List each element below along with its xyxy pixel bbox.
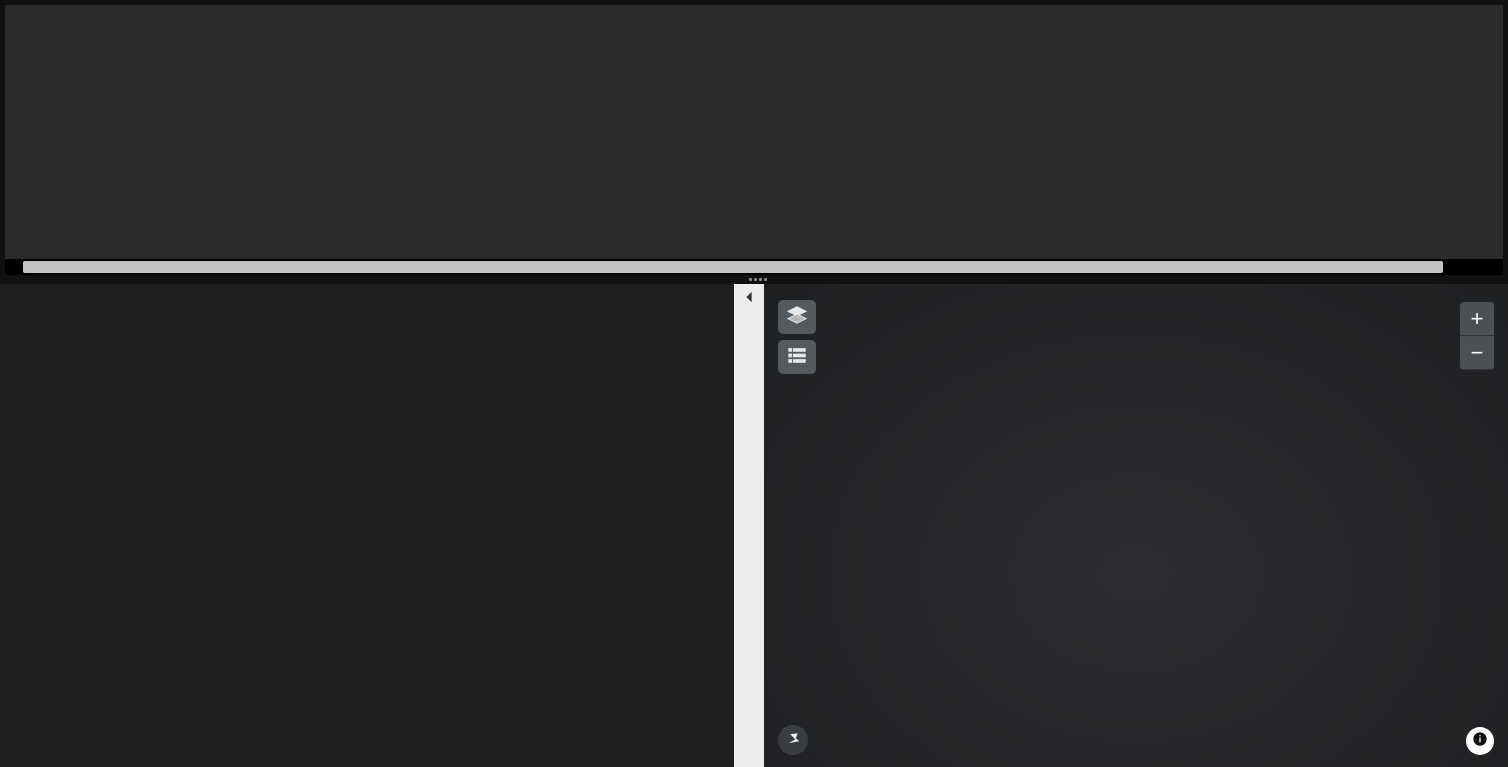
map-zoom-controls: + − (1460, 302, 1494, 370)
info-icon (1472, 731, 1488, 752)
zoom-out-button[interactable]: − (1460, 336, 1494, 370)
details-panel-collapse-tab[interactable] (734, 284, 764, 767)
map-locate-button[interactable] (778, 725, 808, 755)
map-info-button[interactable] (1466, 727, 1494, 755)
list-icon (786, 344, 808, 371)
minus-icon: − (1471, 340, 1484, 366)
collapse-left-icon[interactable] (742, 290, 756, 309)
layers-icon (786, 304, 808, 331)
plus-icon: + (1471, 306, 1484, 332)
map-background (764, 284, 1508, 767)
locate-icon (785, 730, 801, 751)
projects-table-panel (0, 0, 1508, 280)
table-scroll[interactable] (5, 5, 1503, 259)
map-legend-button[interactable] (778, 340, 816, 374)
table-horizontal-scrollbar[interactable] (5, 259, 1503, 275)
map-panel[interactable]: + − (764, 284, 1508, 767)
zoom-in-button[interactable]: + (1460, 302, 1494, 336)
project-details-accordion[interactable] (0, 284, 734, 767)
map-layers-button[interactable] (778, 300, 816, 334)
